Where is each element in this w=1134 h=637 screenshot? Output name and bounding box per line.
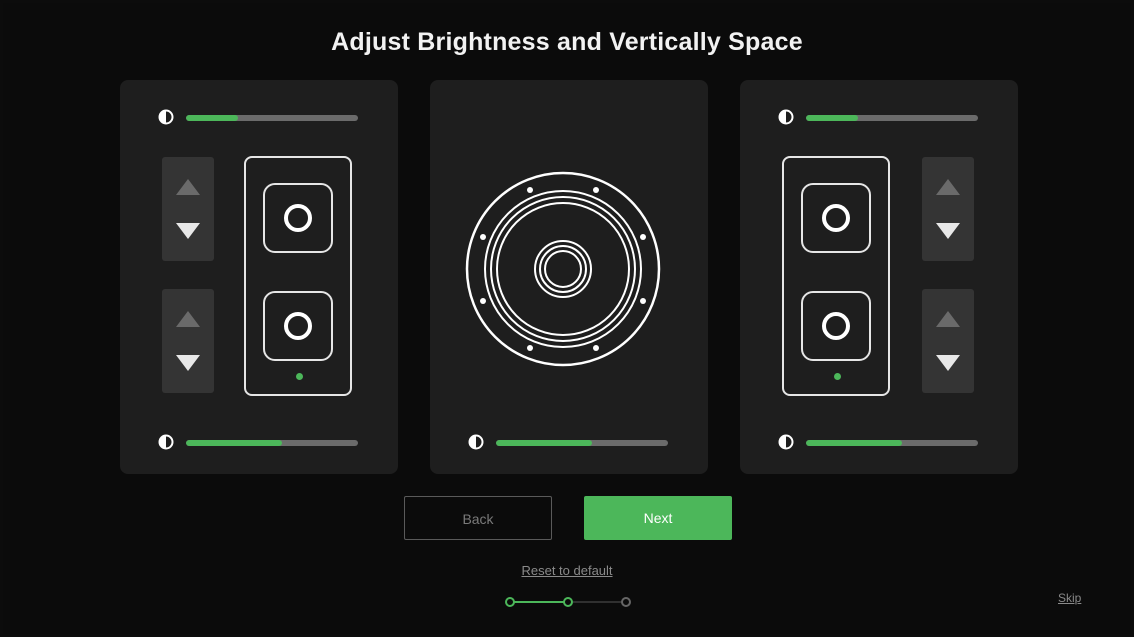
brightness-icon bbox=[778, 434, 794, 450]
next-button[interactable]: Next bbox=[584, 496, 732, 540]
reset-to-default-link[interactable]: Reset to default bbox=[0, 563, 1134, 578]
move-up-button[interactable] bbox=[162, 159, 214, 209]
triangle-down-icon bbox=[936, 355, 960, 371]
left-speaker-device bbox=[244, 156, 352, 396]
slider-fill bbox=[806, 440, 903, 446]
status-led bbox=[834, 373, 841, 380]
status-led bbox=[296, 373, 303, 380]
step-progress-indicator bbox=[505, 597, 631, 607]
right-bottom-brightness-slider[interactable] bbox=[778, 434, 980, 450]
center-brightness-slider[interactable] bbox=[468, 434, 670, 450]
move-up-button[interactable] bbox=[922, 291, 974, 341]
slider-track[interactable] bbox=[806, 115, 978, 121]
step-dot bbox=[563, 597, 573, 607]
brightness-icon bbox=[468, 434, 484, 450]
slider-track[interactable] bbox=[186, 440, 358, 446]
driver-ring-icon bbox=[822, 204, 850, 232]
driver-ring-icon bbox=[822, 312, 850, 340]
right-speaker-device bbox=[782, 156, 890, 396]
brightness-icon bbox=[778, 109, 794, 125]
step-dot bbox=[621, 597, 631, 607]
upper-driver[interactable] bbox=[801, 183, 871, 253]
left-bottom-brightness-slider[interactable] bbox=[158, 434, 360, 450]
slider-fill bbox=[186, 115, 238, 121]
slider-track[interactable] bbox=[496, 440, 668, 446]
move-down-button[interactable] bbox=[922, 209, 974, 259]
slider-fill bbox=[806, 115, 858, 121]
upper-driver[interactable] bbox=[263, 183, 333, 253]
subwoofer-icon bbox=[465, 171, 661, 367]
center-speaker-panel bbox=[430, 80, 708, 474]
move-up-button[interactable] bbox=[162, 291, 214, 341]
triangle-down-icon bbox=[936, 223, 960, 239]
right-top-position-stepper bbox=[922, 157, 974, 261]
driver-ring-icon bbox=[284, 204, 312, 232]
lower-driver[interactable] bbox=[263, 291, 333, 361]
brightness-icon bbox=[158, 434, 174, 450]
left-top-brightness-slider[interactable] bbox=[158, 109, 360, 125]
triangle-up-icon bbox=[936, 311, 960, 327]
slider-track[interactable] bbox=[806, 440, 978, 446]
brightness-icon bbox=[158, 109, 174, 125]
right-speaker-panel bbox=[740, 80, 1018, 474]
move-down-button[interactable] bbox=[162, 341, 214, 391]
lower-driver[interactable] bbox=[801, 291, 871, 361]
left-speaker-panel bbox=[120, 80, 398, 474]
slider-track[interactable] bbox=[186, 115, 358, 121]
move-down-button[interactable] bbox=[922, 341, 974, 391]
move-up-button[interactable] bbox=[922, 159, 974, 209]
skip-link[interactable]: Skip bbox=[1058, 591, 1081, 605]
left-bottom-position-stepper bbox=[162, 289, 214, 393]
back-button[interactable]: Back bbox=[404, 496, 552, 540]
page-title: Adjust Brightness and Vertically Space bbox=[331, 28, 803, 56]
triangle-up-icon bbox=[176, 311, 200, 327]
triangle-up-icon bbox=[176, 179, 200, 195]
triangle-down-icon bbox=[176, 223, 200, 239]
step-dot bbox=[505, 597, 515, 607]
driver-ring-icon bbox=[284, 312, 312, 340]
triangle-down-icon bbox=[176, 355, 200, 371]
move-down-button[interactable] bbox=[162, 209, 214, 259]
right-bottom-position-stepper bbox=[922, 289, 974, 393]
slider-fill bbox=[186, 440, 283, 446]
left-top-position-stepper bbox=[162, 157, 214, 261]
slider-fill bbox=[496, 440, 593, 446]
right-top-brightness-slider[interactable] bbox=[778, 109, 980, 125]
triangle-up-icon bbox=[936, 179, 960, 195]
